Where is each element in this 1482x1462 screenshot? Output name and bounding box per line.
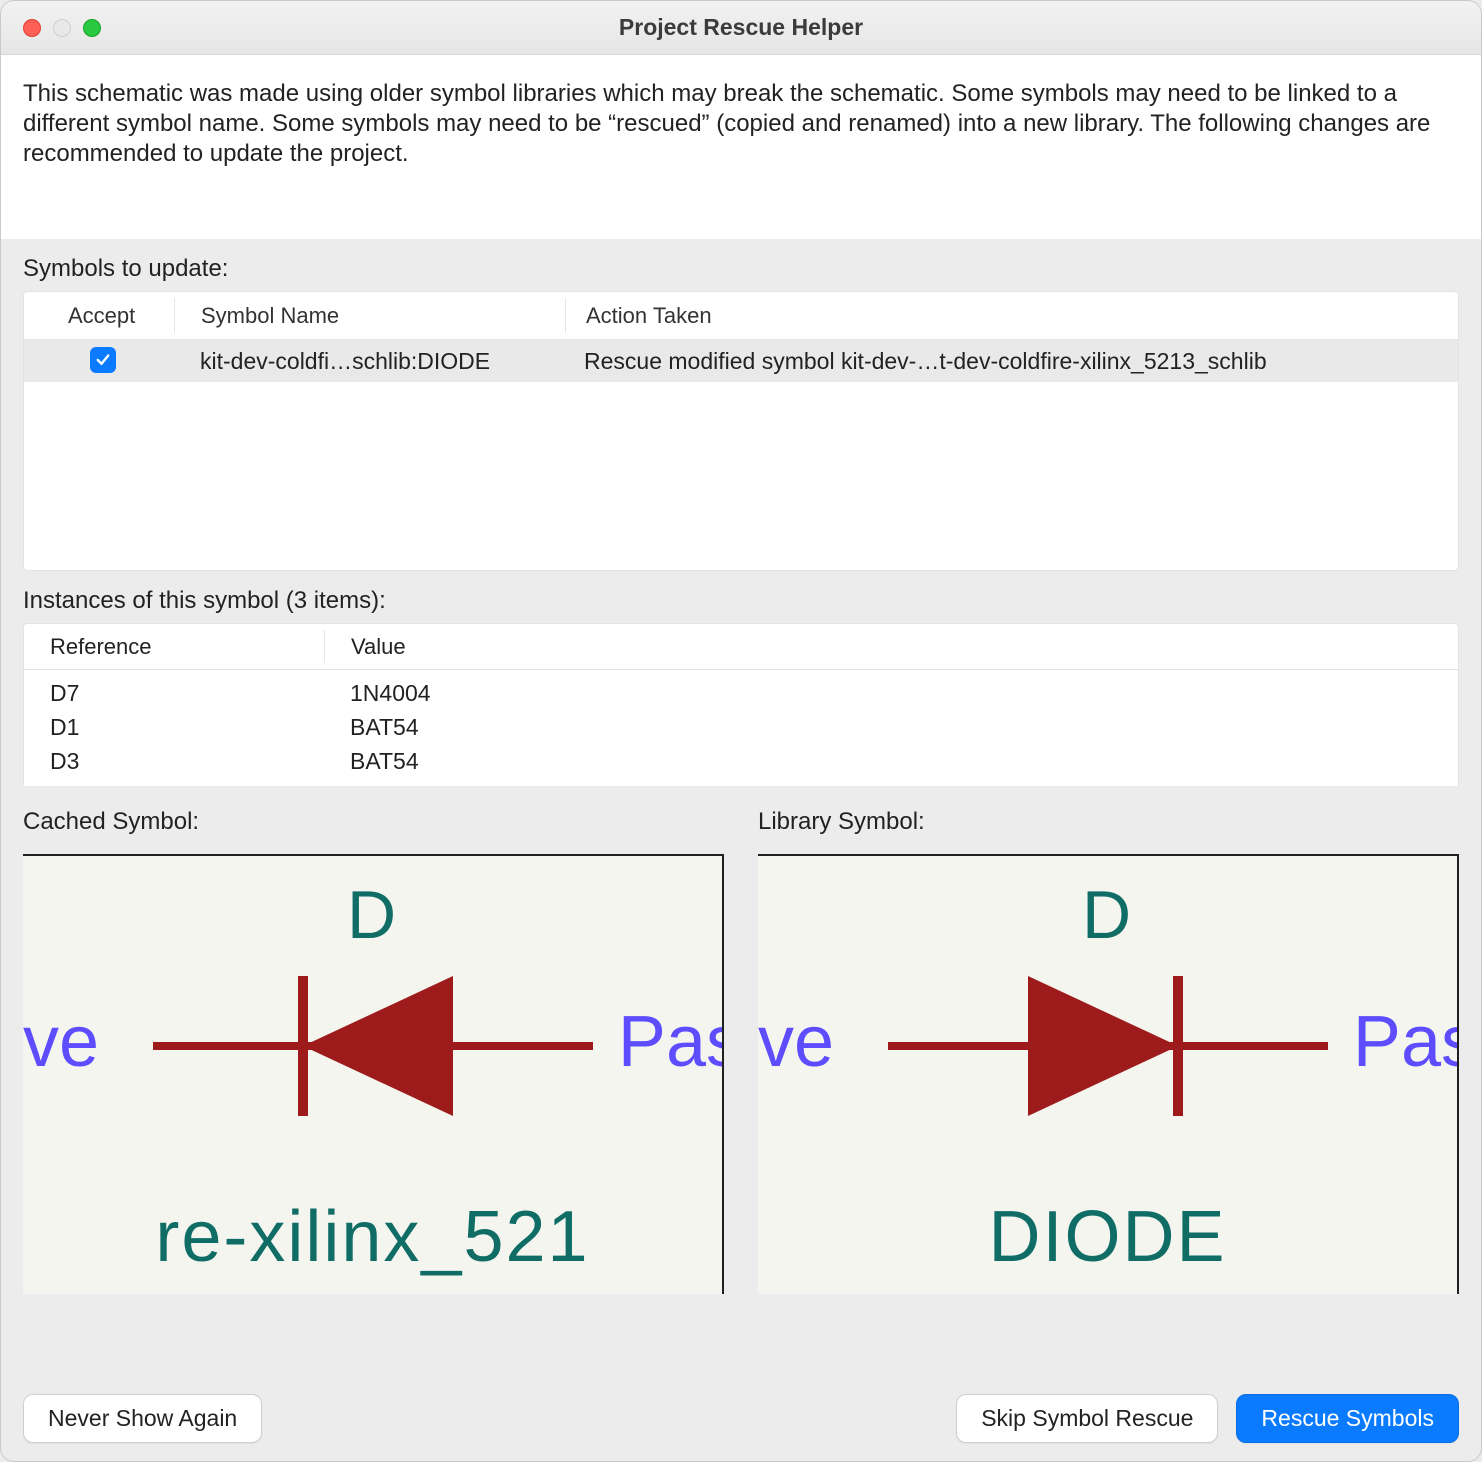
instances-list-body[interactable]: D7 1N4004 D1 BAT54 D3 BAT54	[24, 670, 1458, 786]
library-symbol-preview[interactable]: D ive Pas DIODE	[758, 854, 1459, 1294]
action-cell: Rescue modified symbol kit-dev-…t-dev-co…	[564, 348, 1458, 375]
col-symbol-name-header[interactable]: Symbol Name	[175, 303, 565, 329]
rescue-symbols-button[interactable]: Rescue Symbols	[1236, 1394, 1459, 1443]
reference-cell: D1	[24, 714, 324, 741]
dialog-footer: Never Show Again Skip Symbol Rescue Resc…	[1, 1394, 1481, 1443]
reference-letter: D	[347, 876, 398, 954]
minimize-icon[interactable]	[53, 19, 71, 37]
accept-cell	[24, 347, 174, 375]
col-action-header[interactable]: Action Taken	[566, 303, 1458, 329]
window-title: Project Rescue Helper	[619, 14, 863, 41]
instances-list: Reference Value D7 1N4004 D1 BAT54 D3 BA…	[23, 623, 1459, 786]
pin-text-right: Pas	[618, 1001, 724, 1083]
col-value-header[interactable]: Value	[325, 634, 1458, 660]
skip-symbol-rescue-button[interactable]: Skip Symbol Rescue	[956, 1394, 1218, 1443]
instance-row[interactable]: D3 BAT54	[24, 744, 1458, 778]
dialog-window: Project Rescue Helper This schematic was…	[0, 0, 1482, 1462]
diode-left-icon	[153, 956, 593, 1136]
pin-text-right: Pas	[1353, 1001, 1459, 1083]
col-reference-header[interactable]: Reference	[24, 634, 324, 660]
cached-symbol-block: Cached Symbol: D ive Pas re‑xilinx_521	[23, 786, 724, 1294]
library-symbol-block: Library Symbol: D ive Pas DIODE	[758, 786, 1459, 1294]
library-symbol-label: Library Symbol:	[758, 786, 1459, 854]
cached-symbol-preview[interactable]: D ive Pas re‑xilinx_521	[23, 854, 724, 1294]
reference-cell: D3	[24, 748, 324, 775]
instances-list-header: Reference Value	[24, 624, 1458, 670]
cached-symbol-label: Cached Symbol:	[23, 786, 724, 854]
close-icon[interactable]	[23, 19, 41, 37]
instance-row[interactable]: D1 BAT54	[24, 710, 1458, 744]
window-controls	[23, 19, 101, 37]
symbol-name-text: re‑xilinx_521	[155, 1196, 589, 1278]
instance-row[interactable]: D7 1N4004	[24, 676, 1458, 710]
intro-text: This schematic was made using older symb…	[1, 55, 1481, 239]
pin-text-left: ive	[758, 1001, 834, 1083]
value-cell: 1N4004	[324, 680, 1458, 707]
reference-cell: D7	[24, 680, 324, 707]
titlebar: Project Rescue Helper	[1, 1, 1481, 55]
accept-checkbox[interactable]	[90, 347, 116, 373]
value-cell: BAT54	[324, 748, 1458, 775]
never-show-again-button[interactable]: Never Show Again	[23, 1394, 262, 1443]
symbols-list-body[interactable]: kit-dev-coldfi…schlib:DIODE Rescue modif…	[24, 340, 1458, 570]
symbols-list: Accept Symbol Name Action Taken kit-dev-…	[23, 291, 1459, 571]
symbol-name-cell: kit-dev-coldfi…schlib:DIODE	[174, 348, 564, 375]
symbols-list-header: Accept Symbol Name Action Taken	[24, 292, 1458, 340]
symbols-list-row[interactable]: kit-dev-coldfi…schlib:DIODE Rescue modif…	[24, 340, 1458, 382]
zoom-icon[interactable]	[83, 19, 101, 37]
diode-right-icon	[888, 956, 1328, 1136]
instances-label: Instances of this symbol (3 items):	[1, 571, 1481, 623]
col-accept-header[interactable]: Accept	[24, 303, 174, 329]
preview-row: Cached Symbol: D ive Pas re‑xilinx_521 L…	[1, 786, 1481, 1324]
pin-text-left: ive	[23, 1001, 99, 1083]
reference-letter: D	[1082, 876, 1133, 954]
symbol-name-text: DIODE	[988, 1196, 1226, 1278]
symbols-to-update-label: Symbols to update:	[1, 239, 1481, 291]
value-cell: BAT54	[324, 714, 1458, 741]
checkmark-icon	[94, 351, 112, 369]
